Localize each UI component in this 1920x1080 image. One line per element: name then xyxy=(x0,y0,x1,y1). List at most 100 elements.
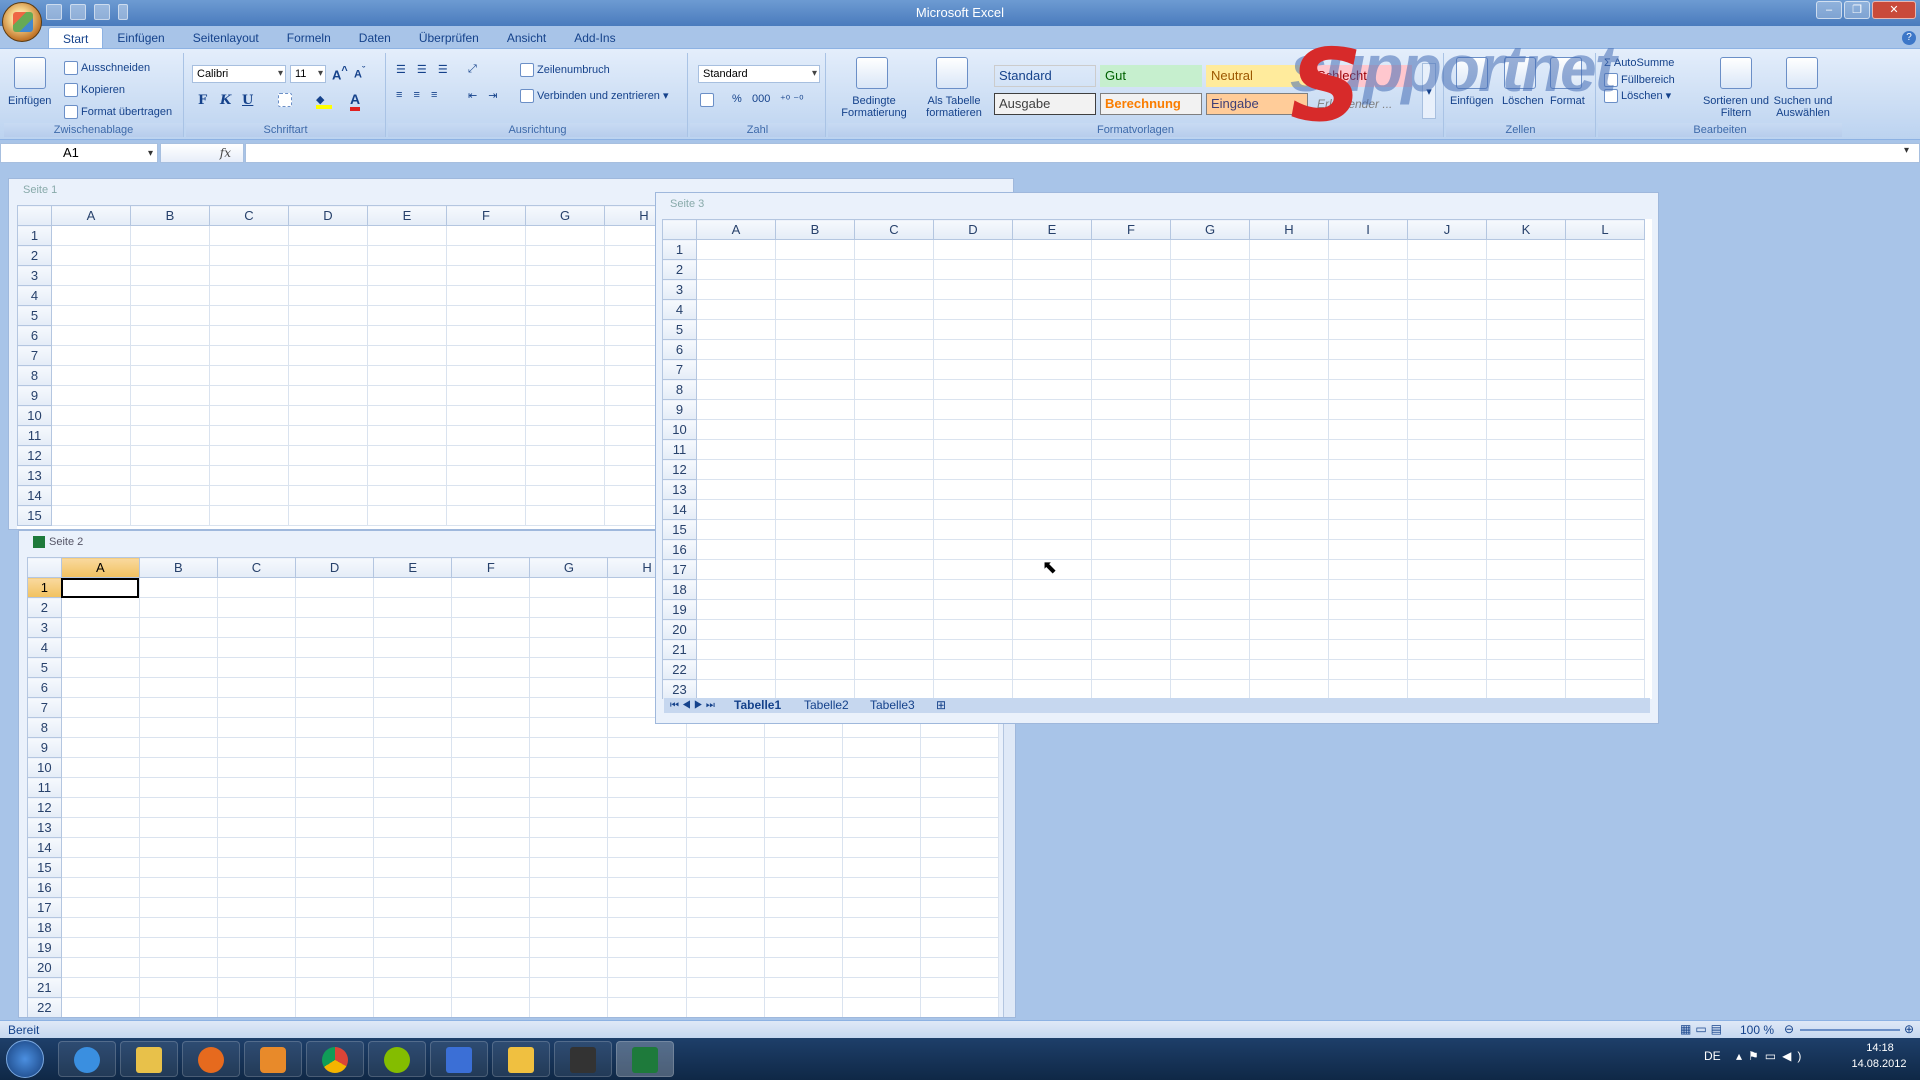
cell[interactable] xyxy=(607,837,687,858)
help-icon[interactable]: ? xyxy=(1902,31,1916,45)
cell[interactable] xyxy=(1565,239,1645,260)
cell[interactable] xyxy=(933,419,1013,440)
cell[interactable] xyxy=(933,539,1013,560)
cell[interactable] xyxy=(451,977,531,998)
cell[interactable] xyxy=(51,265,131,286)
cell[interactable] xyxy=(1091,399,1171,420)
cell[interactable] xyxy=(607,797,687,818)
cell[interactable] xyxy=(60,817,140,838)
cell[interactable] xyxy=(216,577,297,598)
cell[interactable] xyxy=(295,677,375,698)
name-box[interactable]: A1 xyxy=(0,143,158,163)
cell[interactable] xyxy=(1328,419,1408,440)
taskbar-firefox[interactable] xyxy=(182,1041,240,1077)
row-header[interactable]: 3 xyxy=(17,265,52,286)
cell[interactable] xyxy=(451,697,531,718)
cell[interactable] xyxy=(775,239,855,260)
cell[interactable] xyxy=(525,465,605,486)
column-header[interactable]: J xyxy=(1407,219,1487,240)
cell[interactable] xyxy=(446,325,526,346)
cell[interactable] xyxy=(854,419,934,440)
row-header[interactable]: 21 xyxy=(27,977,62,998)
cell[interactable] xyxy=(854,659,934,680)
row-header[interactable]: 10 xyxy=(17,405,52,426)
cell[interactable] xyxy=(367,225,447,246)
cell[interactable] xyxy=(1091,339,1171,360)
cell[interactable] xyxy=(529,937,609,958)
cell[interactable] xyxy=(775,599,855,620)
cell[interactable] xyxy=(1091,619,1171,640)
cell[interactable] xyxy=(216,677,297,698)
cell[interactable] xyxy=(138,937,218,958)
cell[interactable] xyxy=(288,245,368,266)
cell[interactable] xyxy=(1012,659,1092,680)
column-header[interactable]: I xyxy=(1328,219,1408,240)
cell[interactable] xyxy=(138,977,218,998)
cell[interactable] xyxy=(529,957,609,978)
cell[interactable] xyxy=(1407,599,1487,620)
cell[interactable] xyxy=(1012,619,1092,640)
cell[interactable] xyxy=(685,837,765,858)
cell[interactable] xyxy=(51,485,131,506)
cell[interactable] xyxy=(373,637,453,658)
clock-time[interactable]: 14:18 xyxy=(1852,1042,1908,1054)
cell[interactable] xyxy=(373,977,453,998)
row-header[interactable]: 20 xyxy=(662,619,697,640)
cell[interactable] xyxy=(51,405,131,426)
cell[interactable] xyxy=(295,637,375,658)
cell[interactable] xyxy=(295,917,375,938)
cell[interactable] xyxy=(138,997,218,1017)
cell[interactable] xyxy=(451,857,531,878)
cell[interactable] xyxy=(130,265,210,286)
cell[interactable] xyxy=(685,817,765,838)
cell[interactable] xyxy=(130,445,210,466)
conditional-format-button[interactable]: Bedingte Formatierung xyxy=(834,95,914,119)
taskbar-app[interactable] xyxy=(430,1041,488,1077)
cell[interactable] xyxy=(1407,319,1487,340)
percent-button[interactable]: % xyxy=(732,93,742,105)
cell[interactable] xyxy=(1012,639,1092,660)
cell[interactable] xyxy=(1565,679,1645,699)
column-header[interactable]: C xyxy=(216,557,297,578)
cell[interactable] xyxy=(854,259,934,280)
cell[interactable] xyxy=(685,997,765,1017)
cell[interactable] xyxy=(933,379,1013,400)
cell[interactable] xyxy=(525,245,605,266)
cell[interactable] xyxy=(696,439,776,460)
redo-icon[interactable] xyxy=(94,4,110,20)
cell[interactable] xyxy=(60,857,140,878)
cell[interactable] xyxy=(1249,459,1329,480)
cell[interactable] xyxy=(1328,639,1408,660)
cell[interactable] xyxy=(1328,239,1408,260)
cell[interactable] xyxy=(138,877,218,898)
column-header[interactable]: B xyxy=(130,205,210,226)
cell[interactable] xyxy=(1486,519,1566,540)
cell[interactable] xyxy=(763,817,843,838)
formula-input[interactable] xyxy=(245,143,1920,163)
font-size-select[interactable]: 11 xyxy=(290,65,326,83)
cell[interactable] xyxy=(854,359,934,380)
cell[interactable] xyxy=(451,937,531,958)
cell[interactable] xyxy=(1407,359,1487,380)
cell[interactable] xyxy=(138,957,218,978)
cell[interactable] xyxy=(919,997,999,1017)
cell[interactable] xyxy=(854,279,934,300)
row-header[interactable]: 5 xyxy=(662,319,697,340)
cell[interactable] xyxy=(288,465,368,486)
cell[interactable] xyxy=(138,777,218,798)
cell[interactable] xyxy=(1091,639,1171,660)
cell[interactable] xyxy=(130,465,210,486)
cell[interactable] xyxy=(933,439,1013,460)
cell[interactable] xyxy=(51,225,131,246)
cell[interactable] xyxy=(451,577,531,598)
cell[interactable] xyxy=(288,305,368,326)
cell[interactable] xyxy=(854,639,934,660)
cell[interactable] xyxy=(1249,499,1329,520)
cell[interactable] xyxy=(446,465,526,486)
cell[interactable] xyxy=(1407,579,1487,600)
cut-button[interactable]: Ausschneiden xyxy=(64,61,150,75)
row-header[interactable]: 10 xyxy=(662,419,697,440)
cell[interactable] xyxy=(1486,639,1566,660)
cell[interactable] xyxy=(933,319,1013,340)
style-berechnung[interactable]: Berechnung xyxy=(1100,93,1202,115)
